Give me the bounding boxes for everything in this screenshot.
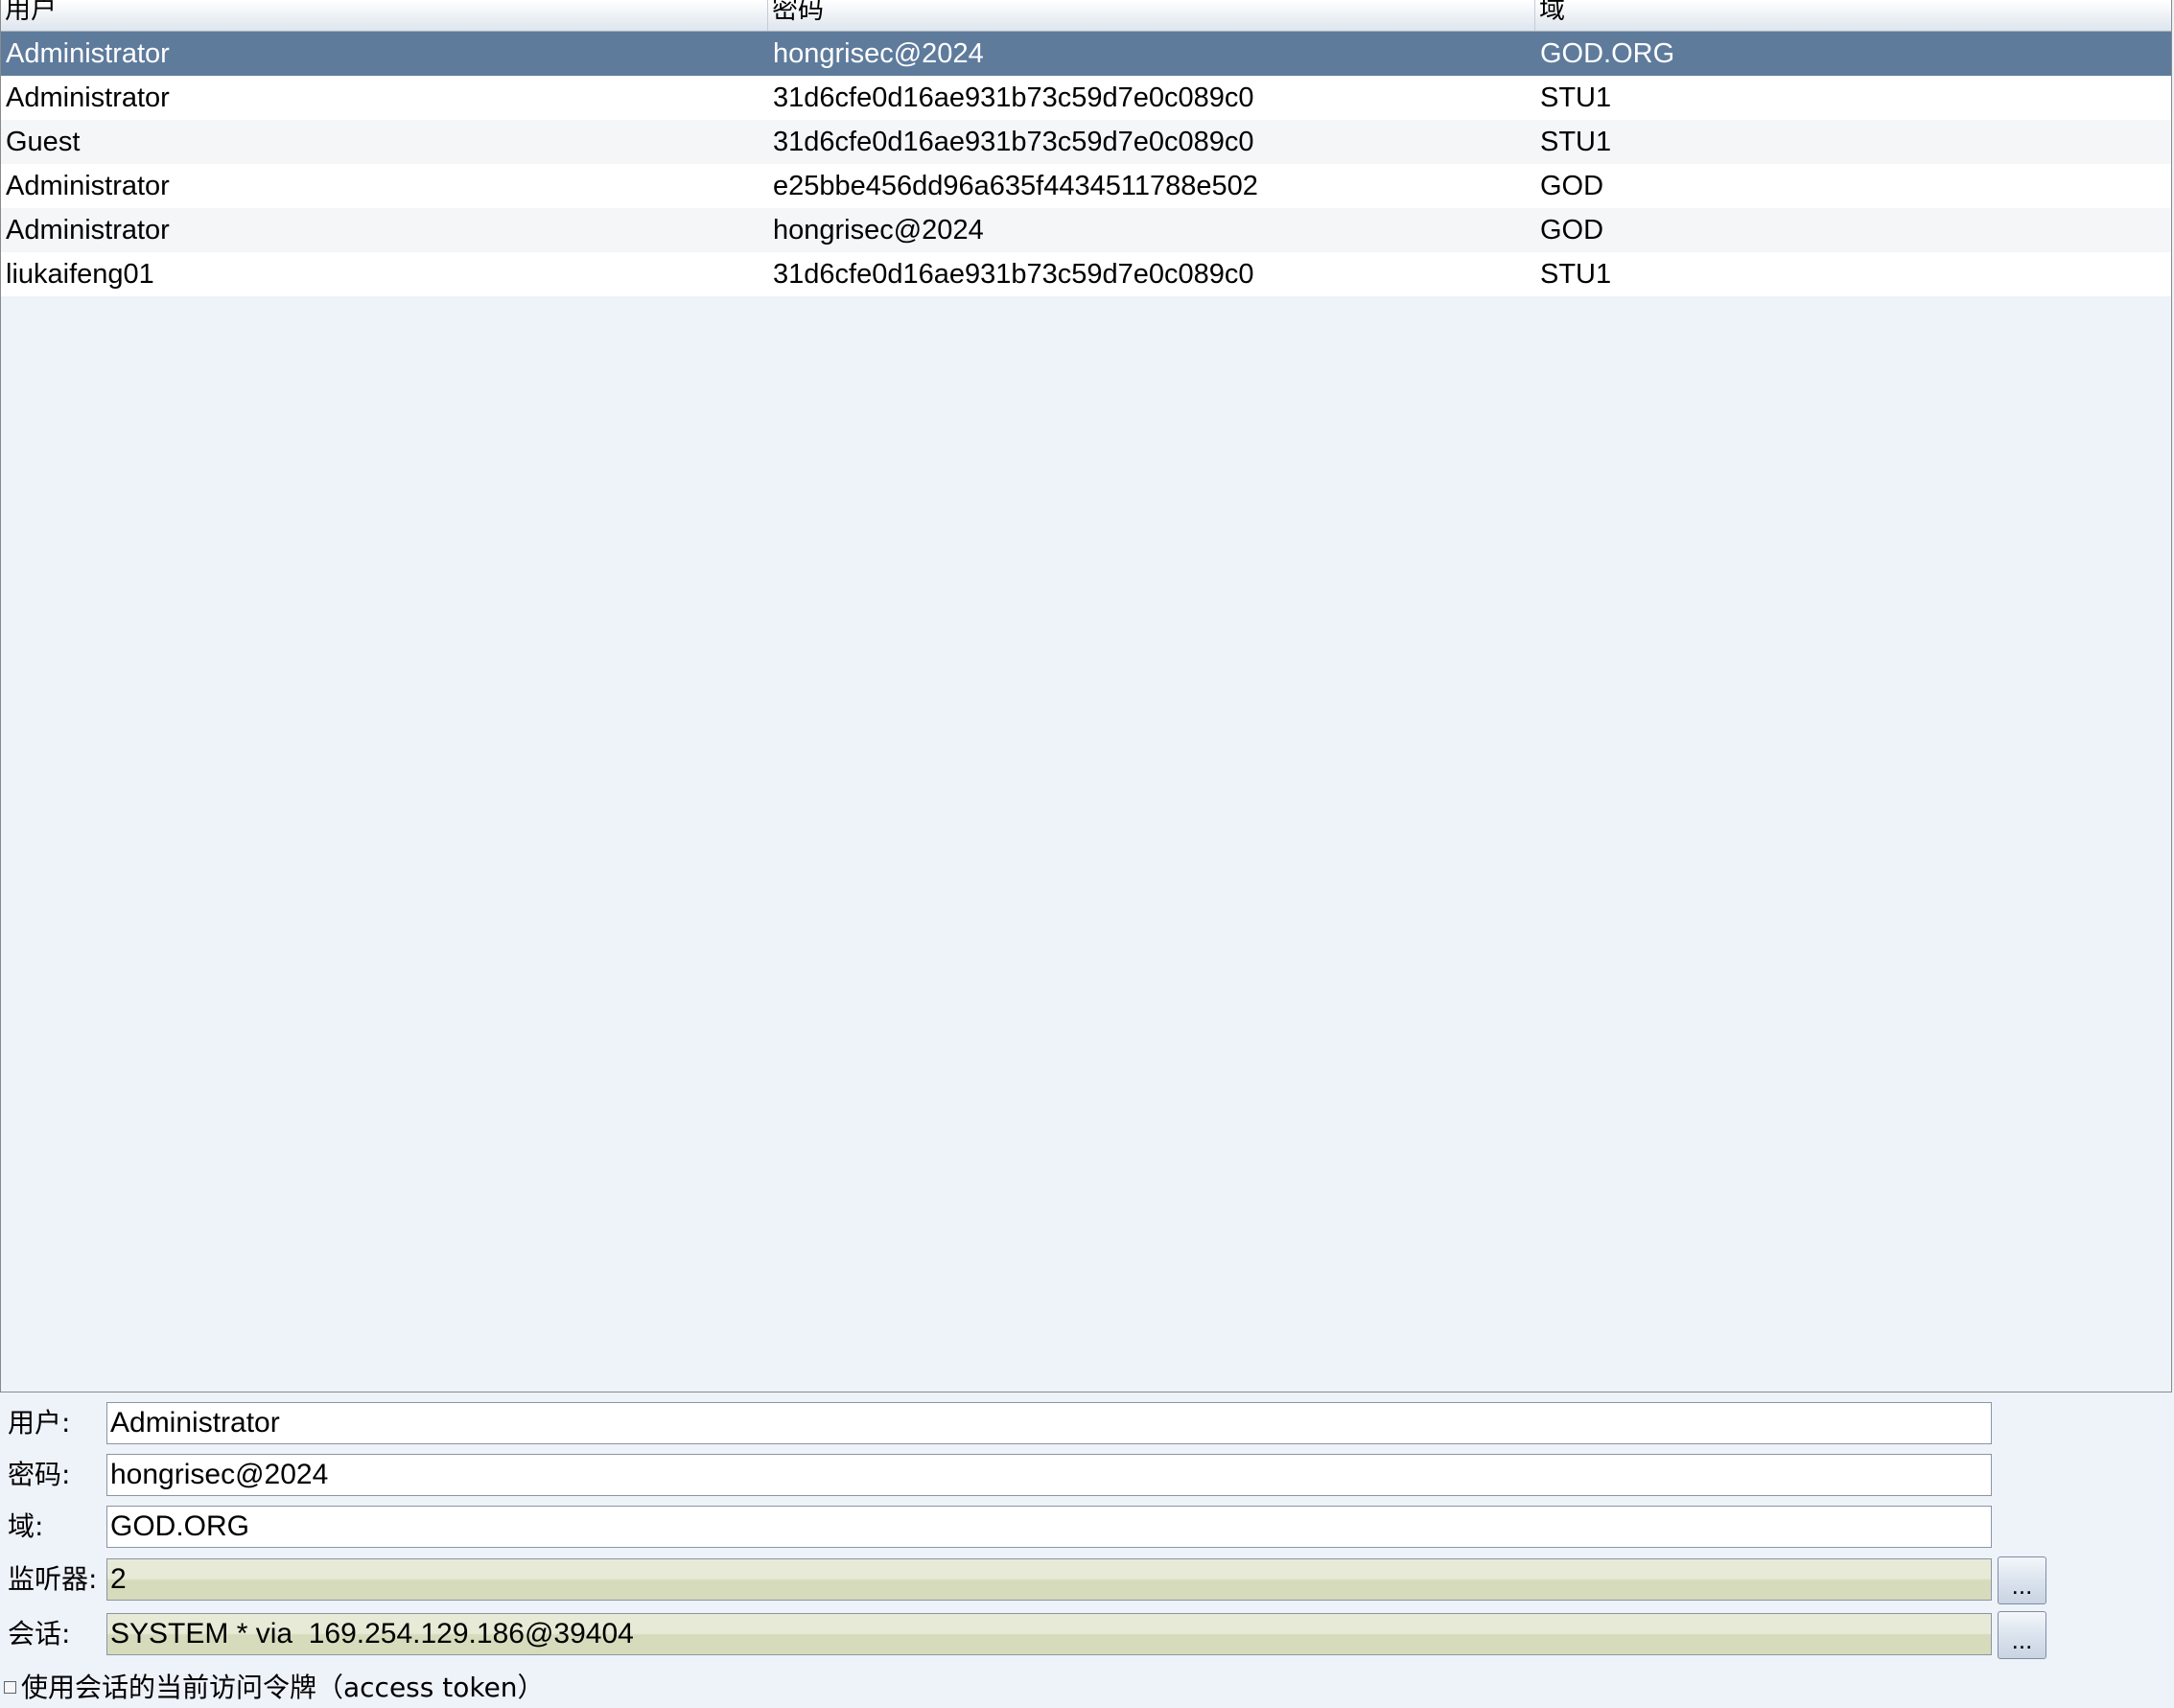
cell-domain: STU1 [1540,82,1612,113]
table-row[interactable]: Administrator hongrisec@2024 GOD.ORG [1,32,2171,76]
domain-field[interactable] [106,1506,1992,1548]
user-label: 用户: [8,1407,71,1439]
column-header-domain[interactable]: 域 [1535,0,2173,31]
table-row[interactable]: Administrator e25bbe456dd96a635f44345117… [1,164,2171,208]
domain-label: 域: [8,1510,44,1542]
cell-domain: GOD [1540,171,1604,201]
access-token-checkbox[interactable] [4,1681,16,1694]
cell-password: 31d6cfe0d16ae931b73c59d7e0c089c0 [773,127,1254,157]
password-row: 密码: [0,1452,2174,1498]
cell-password: hongrisec@2024 [773,215,984,246]
cell-password: e25bbe456dd96a635f4434511788e502 [773,171,1258,201]
table-body: Administrator hongrisec@2024 GOD.ORG Adm… [1,32,2171,296]
cell-user: Administrator [6,38,170,69]
table-header: 用户 密码 域 [1,0,2171,32]
cell-password: hongrisec@2024 [773,38,984,69]
listener-label: 监听器: [8,1563,98,1595]
cell-user: Administrator [6,171,170,201]
cell-domain: GOD [1540,215,1604,246]
credential-selector-window: 用户 密码 域 Administrator hongrisec@2024 GOD… [0,0,2174,1708]
user-field[interactable] [106,1402,1992,1444]
cell-domain: STU1 [1540,259,1612,290]
credentials-table: 用户 密码 域 Administrator hongrisec@2024 GOD… [0,0,2172,1392]
access-token-label[interactable]: 使用会话的当前访问令牌（access token） [21,1669,545,1707]
cell-domain: STU1 [1540,127,1612,157]
cell-password: 31d6cfe0d16ae931b73c59d7e0c089c0 [773,82,1254,113]
listener-browse-button[interactable]: ... [1998,1556,2046,1604]
cell-user: Administrator [6,215,170,246]
password-field[interactable] [106,1454,1992,1496]
listener-field[interactable] [106,1558,1992,1601]
table-row[interactable]: liukaifeng01 31d6cfe0d16ae931b73c59d7e0c… [1,252,2171,296]
cell-domain: GOD.ORG [1540,38,1675,69]
table-row[interactable]: Administrator 31d6cfe0d16ae931b73c59d7e0… [1,76,2171,120]
cell-password: 31d6cfe0d16ae931b73c59d7e0c089c0 [773,259,1254,290]
listener-row: 监听器: ... [0,1556,2174,1604]
access-token-option: 使用会话的当前访问令牌（access token） [0,1669,2174,1707]
session-label: 会话: [8,1618,71,1650]
column-header-password[interactable]: 密码 [768,0,1535,31]
cell-user: Guest [6,127,81,157]
table-row[interactable]: Administrator hongrisec@2024 GOD [1,208,2171,252]
column-header-user[interactable]: 用户 [1,0,768,31]
cell-user: Administrator [6,82,170,113]
password-label: 密码: [8,1459,71,1490]
table-row[interactable]: Guest 31d6cfe0d16ae931b73c59d7e0c089c0 S… [1,120,2171,164]
session-field[interactable] [106,1613,1992,1655]
session-row: 会话: ... [0,1611,2174,1659]
session-browse-button[interactable]: ... [1998,1611,2046,1659]
user-row: 用户: [0,1400,2174,1446]
cell-user: liukaifeng01 [6,259,154,290]
domain-row: 域: [0,1504,2174,1550]
